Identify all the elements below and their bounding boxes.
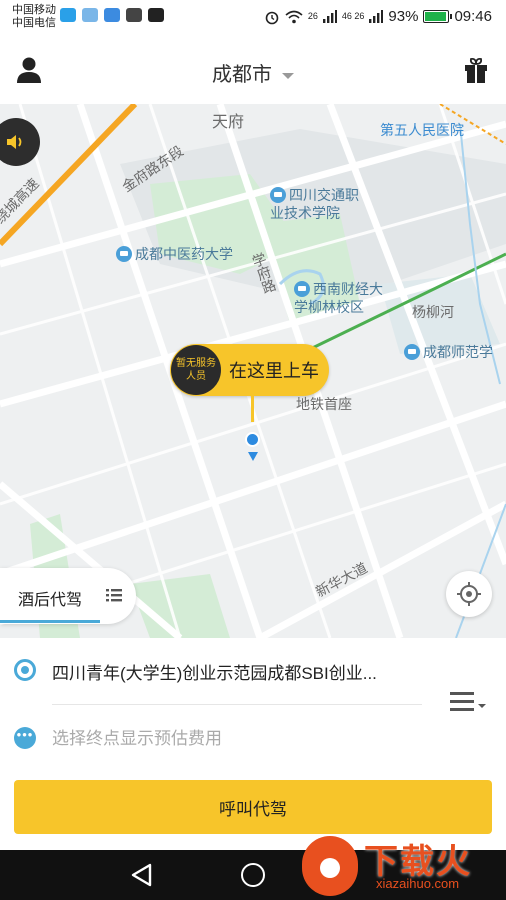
speaker-icon: [7, 135, 22, 149]
service-tab-drunk-driving[interactable]: 酒后代驾: [0, 568, 136, 624]
back-icon[interactable]: [130, 863, 152, 887]
tiktok-icon: [148, 8, 164, 22]
crosshair-icon: [457, 582, 481, 606]
location-dot-icon: [245, 432, 260, 447]
battery-fill: [425, 12, 446, 21]
app-icon: [104, 8, 120, 22]
pickup-label: 在这里上车: [229, 361, 319, 381]
order-panel: 四川青年(大学生)创业示范园成都SBI创业... ••• 呼叫代驾: [0, 638, 506, 850]
start-point-icon: [14, 659, 36, 681]
pickup-bubble[interactable]: 暂无服务 人员 在这里上车: [170, 344, 329, 396]
network-type: 26: [307, 11, 318, 21]
poi-cd-normal-label: 成都师范学: [423, 344, 493, 360]
app-header: 成都市: [0, 36, 506, 104]
pickup-pin-stem: [251, 396, 254, 422]
school-icon: [404, 344, 420, 360]
signal-icon: [369, 10, 384, 23]
direction-arrow-icon: [248, 452, 258, 461]
clock: 09:46: [454, 8, 492, 25]
map-view[interactable]: 天府 第五人民医院 金府路东段 绕城高速 四川交通职 业技术学院 成都中医药大学…: [0, 104, 506, 638]
status-right: 26 46 26 93% 09:46: [264, 8, 492, 25]
call-driver-button[interactable]: 呼叫代驾: [14, 780, 492, 834]
battery-icon: [423, 10, 453, 23]
carrier-info: 中国移动 中国电信: [12, 4, 56, 30]
battery-percent: 93%: [388, 8, 419, 25]
watermark: 下载火 xiazaihuo.com: [298, 830, 506, 900]
poi-swufe: 西南财经大 学柳林校区: [294, 280, 383, 316]
status-bar: 中国移动 中国电信 26 46 26 93% 09:46: [0, 0, 506, 36]
more-dots-icon: •••: [14, 727, 36, 749]
network-type: 46 26: [341, 11, 365, 21]
notification-apps: [60, 8, 164, 22]
watermark-logo-icon: [302, 836, 358, 896]
driver-status-avatar: 暂无服务 人员: [171, 345, 221, 395]
school-icon: [270, 187, 286, 203]
watermark-url: xiazaihuo.com: [376, 876, 460, 891]
map-label-yangliuhe: 杨柳河: [412, 304, 454, 320]
city-selector[interactable]: 成都市: [0, 58, 506, 87]
carrier-secondary: 中国电信: [12, 17, 56, 29]
school-icon: [116, 246, 132, 262]
map-label-hospital: 第五人民医院: [380, 122, 464, 138]
start-location-row[interactable]: 四川青年(大学生)创业示范园成都SBI创业...: [0, 642, 506, 705]
poi-sctc: 四川交通职 业技术学院: [270, 186, 359, 222]
school-icon: [294, 281, 310, 297]
divider: [52, 704, 422, 705]
carrier-primary: 中国移动: [12, 4, 56, 16]
list-icon: [106, 589, 122, 602]
wechat-icon: [126, 8, 142, 22]
wifi-icon: [285, 10, 303, 23]
alarm-icon: [265, 11, 279, 24]
map-label-metro: 地铁首座: [296, 396, 352, 412]
app-icon: [82, 8, 98, 22]
home-icon[interactable]: [241, 863, 265, 887]
service-tab-underline: [0, 620, 100, 623]
destination-input[interactable]: [52, 726, 432, 752]
chevron-down-icon: [282, 72, 294, 79]
app-icon: [60, 8, 76, 22]
start-address: 四川青年(大学生)创业示范园成都SBI创业...: [52, 664, 377, 683]
service-tab-label: 酒后代驾: [18, 592, 83, 609]
poi-tcm-univ-label: 成都中医药大学: [135, 246, 233, 262]
locate-button[interactable]: [446, 571, 492, 617]
end-location-row[interactable]: •••: [0, 710, 506, 766]
gift-icon: [465, 57, 487, 83]
screen: 中国移动 中国电信 26 46 26 93% 09:46 成都市 天府 第五人民…: [0, 0, 506, 900]
city-label: 成都市: [212, 64, 272, 86]
poi-tcm-univ: 成都中医药大学: [116, 244, 233, 264]
poi-cd-normal: 成都师范学: [404, 342, 493, 362]
map-label-tianfu: 天府: [212, 114, 245, 131]
signal-icon: [322, 10, 337, 23]
gift-button[interactable]: [464, 56, 490, 84]
